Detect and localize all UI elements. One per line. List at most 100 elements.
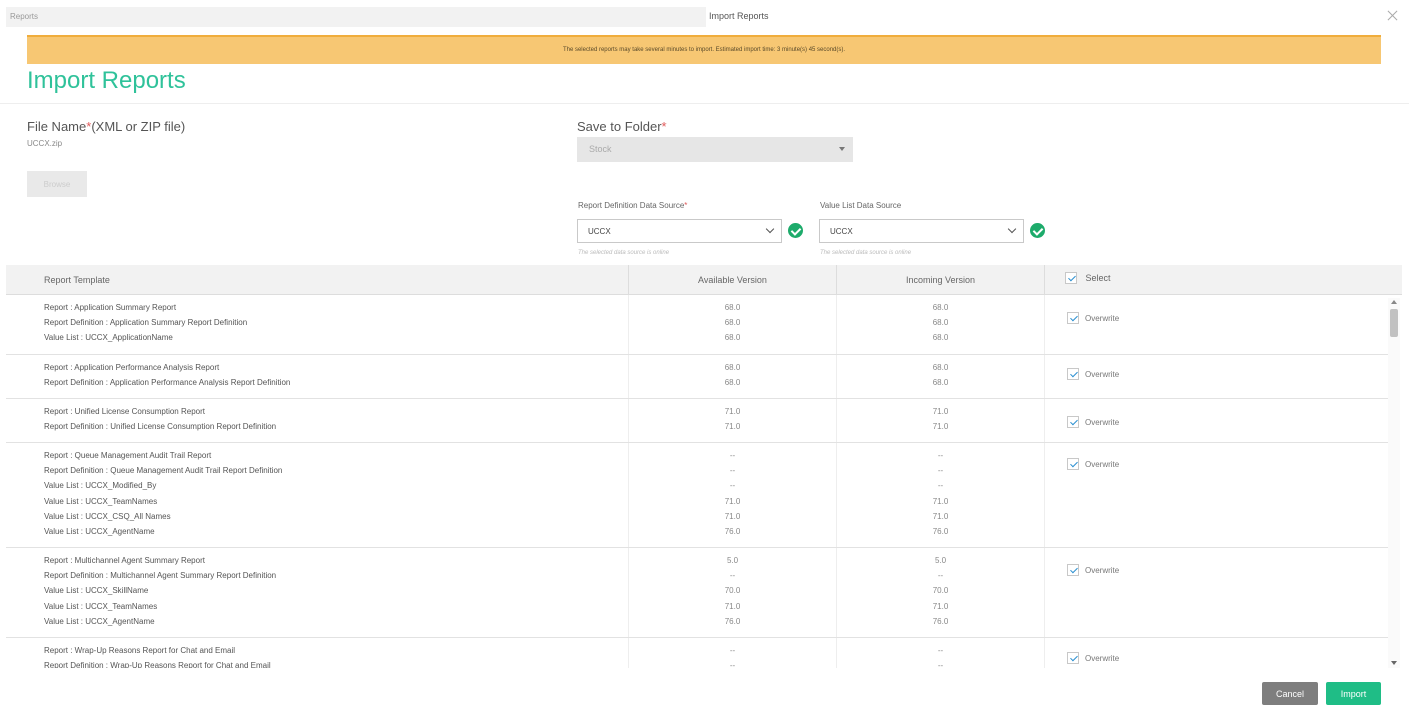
header-incoming-version: Incoming Version <box>836 265 1044 295</box>
available-version: -- <box>729 571 736 581</box>
overwrite-option[interactable]: Overwrite <box>1067 652 1119 664</box>
header-report-template: Report Template <box>44 275 110 285</box>
incoming-version: 71.0 <box>932 496 949 506</box>
report-template-cell: Report : Application Performance Analysi… <box>44 355 624 398</box>
available-version: 68.0 <box>724 318 741 328</box>
available-version: 76.0 <box>724 616 741 626</box>
incoming-version: -- <box>937 481 944 491</box>
tab-reports[interactable]: Reports <box>6 7 706 27</box>
template-item: Report Definition : Application Performa… <box>44 378 291 388</box>
available-version-cell: -- -- <box>628 638 836 668</box>
chevron-down-icon <box>765 224 775 234</box>
incoming-version: 70.0 <box>932 586 949 596</box>
report-template-cell: Report : Queue Management Audit Trail Re… <box>44 443 624 547</box>
incoming-version-cell: -- -- -- 71.0 71.0 76.0 <box>836 443 1044 547</box>
template-item: Report Definition : Wrap-Up Reasons Repo… <box>44 661 271 668</box>
required-mark: * <box>684 201 688 210</box>
table-scrollbar[interactable] <box>1388 298 1400 668</box>
incoming-version: 68.0 <box>932 318 949 328</box>
divider <box>0 103 1409 104</box>
available-version: 76.0 <box>724 527 741 537</box>
value-ds-value: UCCX <box>830 227 853 236</box>
file-name-label-suffix: (XML or ZIP file) <box>91 119 186 134</box>
tab-import-reports[interactable]: Import Reports <box>709 7 769 21</box>
template-item: Value List : UCCX_CSQ_All Names <box>44 511 171 521</box>
select-cell: Overwrite <box>1044 548 1390 637</box>
top-bar: Reports Import Reports <box>0 0 1409 32</box>
table-row: Report : Multichannel Agent Summary Repo… <box>6 548 1390 638</box>
template-item: Report Definition : Queue Management Aud… <box>44 466 283 476</box>
template-item: Value List : UCCX_ApplicationName <box>44 333 173 343</box>
table-row: Report : Unified License Consumption Rep… <box>6 399 1390 443</box>
select-cell: Overwrite <box>1044 638 1390 668</box>
cancel-button[interactable]: Cancel <box>1262 682 1318 705</box>
report-template-cell: Report : Wrap-Up Reasons Report for Chat… <box>44 638 624 668</box>
scroll-thumb[interactable] <box>1390 309 1398 337</box>
save-to-folder-select[interactable]: Stock <box>577 137 853 162</box>
incoming-version-cell: -- -- <box>836 638 1044 668</box>
table-row: Report : Application Performance Analysi… <box>6 355 1390 399</box>
available-version: 71.0 <box>724 422 741 432</box>
overwrite-checkbox[interactable] <box>1067 368 1079 380</box>
template-item: Value List : UCCX_SkillName <box>44 586 149 596</box>
overwrite-checkbox[interactable] <box>1067 458 1079 470</box>
header-available-version: Available Version <box>628 265 836 295</box>
template-item: Report : Application Summary Report <box>44 303 177 312</box>
incoming-version: 76.0 <box>932 527 949 537</box>
template-item: Report : Application Performance Analysi… <box>44 363 220 372</box>
file-name-label-text: File Name <box>27 119 87 134</box>
available-version: 5.0 <box>726 556 739 565</box>
value-ds-select[interactable]: UCCX <box>819 219 1024 243</box>
incoming-version: -- <box>937 646 944 655</box>
incoming-version: 71.0 <box>932 407 949 416</box>
file-name-label: File Name*(XML or ZIP file) <box>27 119 185 134</box>
overwrite-option[interactable]: Overwrite <box>1067 564 1119 576</box>
available-version: 68.0 <box>724 378 741 388</box>
available-version: -- <box>729 646 736 655</box>
available-version: 68.0 <box>724 363 741 372</box>
required-mark: * <box>661 119 667 134</box>
scroll-down-icon[interactable] <box>1391 661 1397 665</box>
overwrite-checkbox[interactable] <box>1067 652 1079 664</box>
overwrite-checkbox[interactable] <box>1067 312 1079 324</box>
overwrite-option[interactable]: Overwrite <box>1067 368 1119 380</box>
incoming-version-cell: 71.0 71.0 <box>836 399 1044 442</box>
incoming-version: 71.0 <box>932 511 949 521</box>
import-time-banner: The selected reports may take several mi… <box>27 35 1381 64</box>
overwrite-checkbox[interactable] <box>1067 564 1079 576</box>
template-item: Report Definition : Application Summary … <box>44 318 248 328</box>
overwrite-label: Overwrite <box>1085 369 1120 379</box>
incoming-version: 71.0 <box>932 422 949 432</box>
save-to-folder-label: Save to Folder* <box>577 119 667 134</box>
overwrite-label: Overwrite <box>1085 459 1120 469</box>
overwrite-option[interactable]: Overwrite <box>1067 416 1119 428</box>
browse-button[interactable]: Browse <box>27 171 87 197</box>
caret-down-icon <box>839 147 845 151</box>
overwrite-option[interactable]: Overwrite <box>1067 312 1119 324</box>
table-body: Report : Application Summary Report Repor… <box>6 295 1390 668</box>
available-version: -- <box>729 481 736 491</box>
value-ds-note: The selected data source is online <box>820 250 912 256</box>
import-button[interactable]: Import <box>1326 682 1381 705</box>
report-ds-select[interactable]: UCCX <box>577 219 782 243</box>
available-version: -- <box>729 466 736 476</box>
table-header: Report Template Available Version Incomi… <box>6 265 1402 295</box>
report-template-cell: Report : Application Summary Report Repor… <box>44 295 624 354</box>
select-all-checkbox[interactable] <box>1065 272 1077 284</box>
template-item: Report : Wrap-Up Reasons Report for Chat… <box>44 646 236 655</box>
available-version: -- <box>729 661 736 668</box>
overwrite-option[interactable]: Overwrite <box>1067 458 1119 470</box>
available-version: -- <box>729 451 736 460</box>
report-template-cell: Report : Multichannel Agent Summary Repo… <box>44 548 624 637</box>
available-version: 68.0 <box>724 303 741 312</box>
report-ds-note: The selected data source is online <box>578 250 670 256</box>
incoming-version: -- <box>937 661 944 668</box>
available-version-cell: 5.0 -- 70.0 71.0 76.0 <box>628 548 836 637</box>
overwrite-checkbox[interactable] <box>1067 416 1079 428</box>
table-row: Report : Wrap-Up Reasons Report for Chat… <box>6 638 1390 668</box>
close-icon[interactable] <box>1386 9 1400 23</box>
scroll-up-icon[interactable] <box>1391 300 1397 304</box>
available-version: 70.0 <box>724 586 741 596</box>
incoming-version: -- <box>937 451 944 460</box>
overwrite-label: Overwrite <box>1085 653 1120 663</box>
